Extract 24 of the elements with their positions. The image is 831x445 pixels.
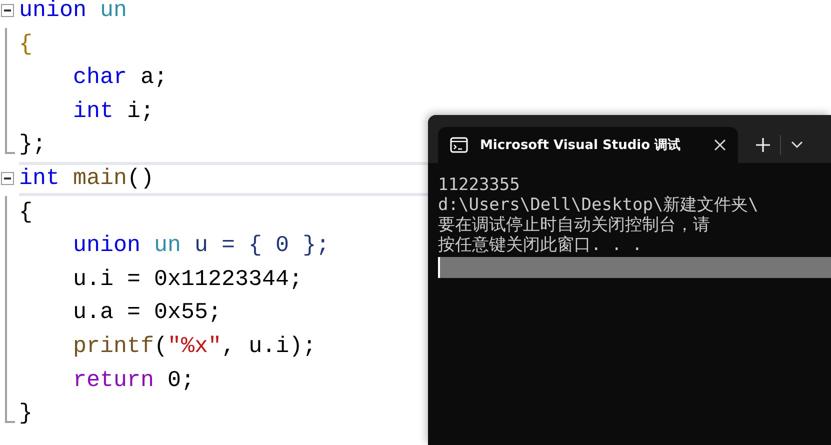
collapse-icon[interactable] — [1, 172, 15, 186]
console-output-line: d:\Users\Dell\Desktop\新建文件夹\ — [438, 195, 760, 215]
code-line: }; — [19, 130, 46, 160]
code-line: u.a = 0x55; — [72, 298, 222, 328]
console-output-line: 11223355 — [438, 175, 521, 195]
code-line: } — [19, 399, 33, 428]
chevron-down-icon[interactable] — [791, 141, 803, 149]
code-line: int main() — [19, 164, 154, 193]
console-output-line: 按任意键关闭此窗口. . . — [438, 235, 644, 255]
collapse-icon[interactable] — [1, 4, 15, 18]
console-icon — [450, 137, 468, 153]
console-tab[interactable]: Microsoft Visual Studio 调试 — [438, 127, 738, 163]
code-line: return 0; — [72, 366, 195, 395]
code-line: { — [19, 198, 33, 227]
code-line: printf("%x", u.i); — [72, 332, 316, 361]
plus-icon[interactable] — [756, 138, 770, 152]
close-icon[interactable] — [714, 139, 726, 151]
code-line: char a; — [72, 63, 168, 92]
code-line: u.i = 0x11223344; — [72, 264, 303, 294]
console-output-line: 要在调试停止时自动关闭控制台，请 — [438, 215, 711, 235]
code-line: int i; — [72, 96, 154, 126]
code-line: union un u = { 0 }; — [72, 231, 330, 260]
code-line: union un — [19, 0, 128, 25]
code-line: { — [19, 30, 33, 59]
